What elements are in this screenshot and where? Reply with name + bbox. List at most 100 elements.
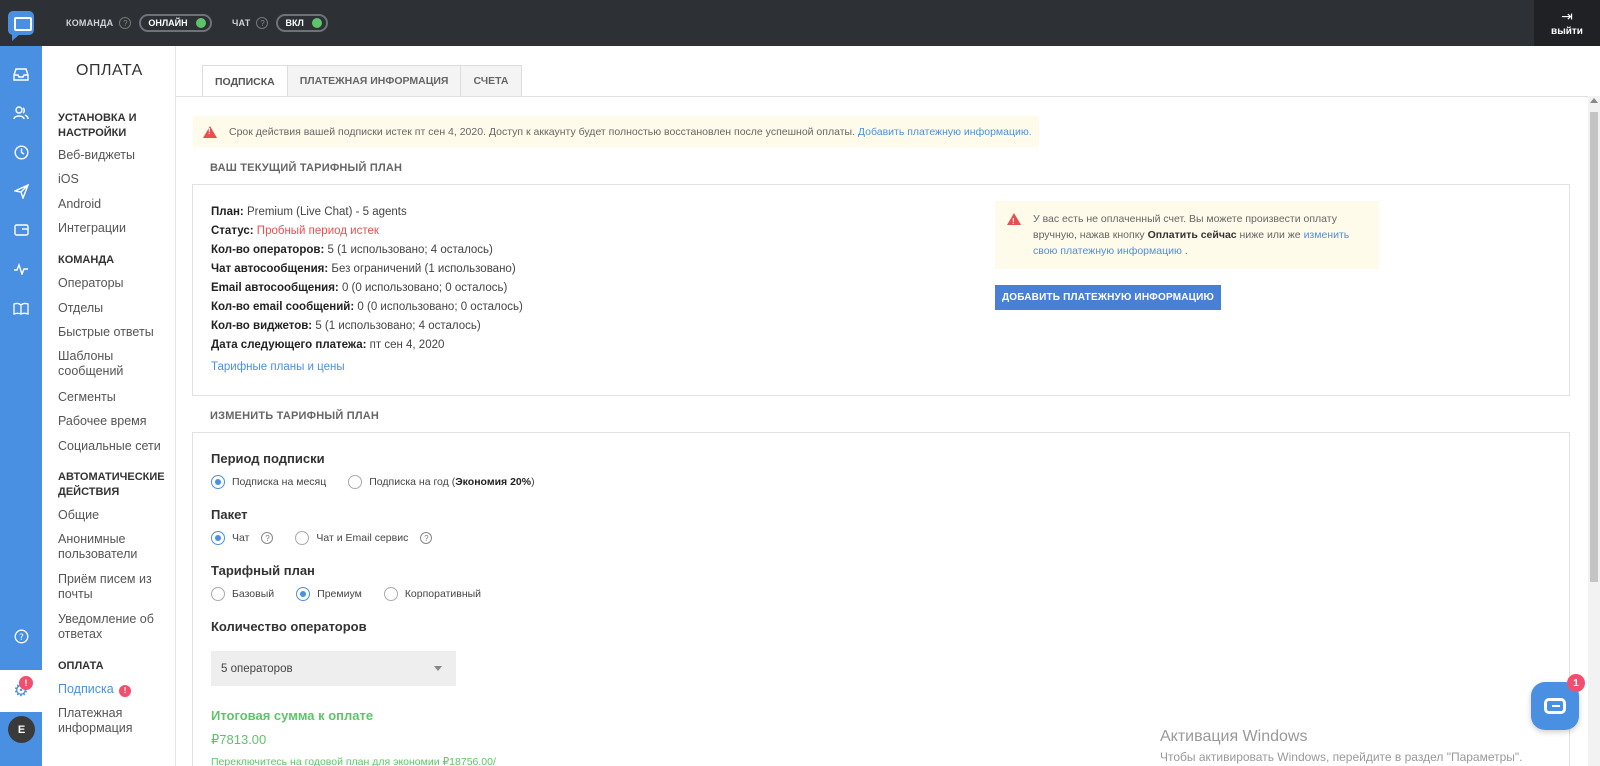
add-payment-button[interactable]: ДОБАВИТЬ ПЛАТЕЖНУЮ ИНФОРМАЦИЮ [995, 285, 1221, 310]
tariff-premium-option[interactable]: Премиум [296, 587, 362, 601]
team-label: КОМАНДА [66, 18, 114, 28]
chat-logo-icon [8, 11, 34, 41]
email-auto-line: Email автосообщения: 0 (0 использовано; … [211, 282, 508, 294]
chat-unread-badge: 1 [1567, 674, 1585, 692]
page-scrollbar[interactable] [1588, 96, 1600, 766]
tariff-corporate-option[interactable]: Корпоративный [383, 587, 482, 601]
sidebar-item-general[interactable]: Общие [58, 508, 170, 523]
change-plan-heading: ИЗМЕНИТЬ ТАРИФНЫЙ ПЛАН [210, 410, 380, 422]
package-chat-email-help-icon[interactable]: ? [420, 532, 433, 544]
app-logo[interactable] [0, 0, 42, 46]
widget-icon[interactable] [0, 217, 42, 243]
watermark-title: Активация Windows [1160, 728, 1308, 745]
current-plan-card: План: Premium (Live Chat) - 5 agents Ста… [192, 184, 1570, 396]
period-year-radio[interactable] [348, 475, 363, 489]
sidebar-item-operators[interactable]: Операторы [58, 276, 170, 291]
chat-status-group: ЧАТ ? ВКЛ [232, 13, 328, 33]
alert-text: Срок действия вашей подписки истек пт се… [229, 126, 1032, 138]
operators-select[interactable]: 5 операторов [211, 651, 456, 686]
alert-message: Срок действия вашей подписки истек пт се… [229, 125, 855, 138]
sidebar-item-payment-info[interactable]: Платежная информация [58, 706, 170, 736]
status-line: Статус: Пробный период истек [211, 225, 379, 237]
tab-invoices[interactable]: СЧЕТА [460, 65, 522, 96]
package-chat-email-radio[interactable] [295, 531, 310, 545]
period-year-option[interactable]: Подписка на год (Экономия 20%) [348, 475, 535, 489]
tariff-basic-option[interactable]: Базовый [211, 587, 274, 601]
tabs-divider [176, 96, 1600, 97]
tariff-corporate-radio[interactable] [383, 587, 398, 601]
settings-button[interactable]: ⚙ ! [0, 670, 42, 712]
plan-details: План: Premium (Live Chat) - 5 agents Ста… [211, 203, 523, 355]
users-icon[interactable] [0, 100, 42, 126]
sidebar-item-integrations[interactable]: Интеграции [58, 221, 170, 236]
add-payment-link[interactable]: Добавить платежную информацию. [858, 126, 1032, 138]
logout-button[interactable]: ⇥ выйти [1534, 0, 1600, 46]
invoice-pay-now: Оплатить сейчас [1147, 229, 1237, 241]
avatar[interactable]: E [8, 716, 35, 743]
invoice-text-end: . [1184, 245, 1188, 257]
settings-badge: ! [19, 676, 33, 690]
sidebar-item-quick-replies[interactable]: Быстрые ответы [58, 325, 170, 340]
tariff-title: Тарифный план [211, 563, 315, 578]
sidebar-item-anonymous-users[interactable]: Анонимные пользователи [58, 532, 170, 562]
chat-help-icon[interactable]: ? [256, 17, 269, 29]
sidebar-item-reply-notifications[interactable]: Уведомление об ответах [58, 612, 170, 642]
package-chat-option[interactable]: Чат ? [211, 531, 274, 545]
sidebar-item-web-widgets[interactable]: Веб-виджеты [58, 148, 170, 163]
sidebar-item-subscription-label: Подписка [58, 682, 114, 696]
tab-payment-info[interactable]: ПЛАТЕЖНАЯ ИНФОРМАЦИЯ [286, 65, 462, 96]
package-chat-email-label: Чат и Email сервис [316, 532, 409, 544]
chat-auto-line: Чат автосообщения: Без ограничений (1 ис… [211, 263, 516, 275]
sidebar-item-email-receiving[interactable]: Приём писем из почты [58, 572, 170, 602]
subscription-alert-badge: ! [119, 684, 132, 697]
sidebar-item-subscription[interactable]: Подписка ! [58, 682, 170, 697]
team-status-group: КОМАНДА ? ОНЛАЙН [66, 13, 212, 33]
package-chat-radio[interactable] [211, 531, 225, 545]
book-icon[interactable] [0, 295, 42, 321]
tariff-corporate-label: Корпоративный [404, 588, 482, 600]
chat-label: ЧАТ [232, 18, 251, 28]
package-chat-help-icon[interactable]: ? [261, 532, 274, 544]
period-month-option[interactable]: Подписка на месяц [211, 475, 326, 489]
help-icon[interactable]: ? [0, 623, 42, 649]
total-value: ₽7813.00 [211, 732, 267, 747]
scroll-thumb[interactable] [1590, 112, 1598, 582]
plans-pricing-link[interactable]: Тарифные планы и цены [211, 361, 345, 373]
watermark-subtitle: Чтобы активировать Windows, перейдите в … [1160, 750, 1523, 764]
scroll-up-icon[interactable] [1590, 98, 1598, 103]
sidebar-item-android[interactable]: Android [58, 197, 170, 212]
sidebar-item-message-templates[interactable]: Шаблоны сообщений [58, 349, 170, 379]
nav-section-automation: АВТОМАТИЧЕСКИЕ ДЕЙСТВИЯ [58, 471, 165, 498]
package-chat-label: Чат [232, 532, 250, 544]
online-dot-icon [195, 18, 206, 28]
chat-on-toggle[interactable]: ВКЛ [276, 14, 328, 32]
period-month-radio[interactable] [211, 475, 225, 489]
team-help-icon[interactable]: ? [119, 17, 132, 29]
chat-status-text: ВКЛ [285, 18, 304, 28]
sidebar-item-departments[interactable]: Отделы [58, 301, 170, 316]
team-online-toggle[interactable]: ОНЛАЙН [139, 14, 212, 32]
tariff-premium-radio[interactable] [296, 587, 311, 601]
period-year-label: Подписка на год (Экономия 20%) [369, 476, 535, 488]
sidebar-item-ios[interactable]: iOS [58, 172, 170, 187]
logout-label: выйти [1551, 26, 1583, 37]
operators-select-value: 5 операторов [221, 662, 293, 675]
tab-subscription[interactable]: ПОДПИСКА [202, 65, 288, 97]
team-status-text: ОНЛАЙН [148, 18, 188, 28]
inbox-icon[interactable] [0, 61, 42, 87]
icon-rail: ? ⚙ ! E [0, 46, 42, 766]
activity-icon[interactable] [0, 256, 42, 282]
next-payment-line: Дата следующего платежа: пт сен 4, 2020 [211, 339, 445, 351]
package-chat-email-option[interactable]: Чат и Email сервис ? [295, 531, 433, 545]
period-month-label: Подписка на месяц [232, 476, 327, 488]
unpaid-invoice-alert: У вас есть не оплаченный счет. Вы можете… [995, 201, 1379, 269]
period-options: Подписка на месяц Подписка на год (Эконо… [211, 475, 557, 489]
send-icon[interactable] [0, 178, 42, 204]
tariff-basic-radio[interactable] [211, 587, 225, 601]
sidebar-item-social-networks[interactable]: Социальные сети [58, 439, 170, 454]
sidebar-item-working-hours[interactable]: Рабочее время [58, 414, 170, 429]
invoice-text-2: ниже или же [1239, 229, 1301, 241]
top-bar: КОМАНДА ? ОНЛАЙН ЧАТ ? ВКЛ ⇥ выйти [0, 0, 1600, 46]
clock-icon[interactable] [0, 139, 42, 165]
sidebar-item-segments[interactable]: Сегменты [58, 390, 170, 405]
